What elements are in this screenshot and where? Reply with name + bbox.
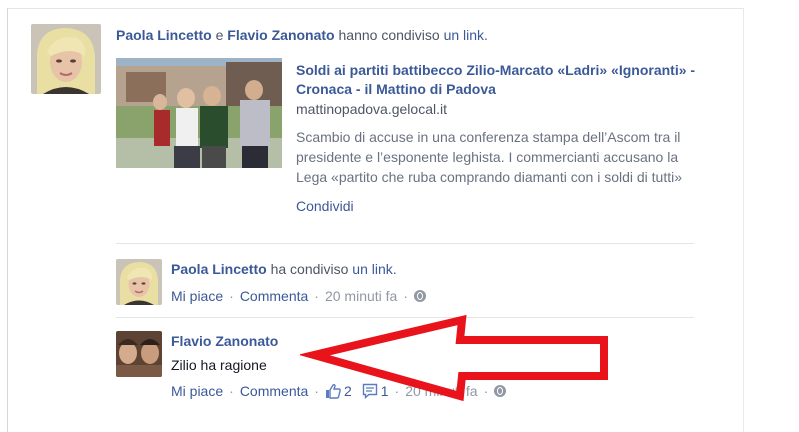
globe-icon[interactable] [414,290,426,302]
comments-count[interactable]: 1 [381,383,389,399]
feed-right-border [743,8,744,432]
feed-top-border [7,8,744,9]
conjunction-text: e [215,27,224,43]
globe-icon[interactable] [494,385,507,397]
link-title[interactable]: Soldi ai partiti battibecco Zilio-Marcat… [296,61,716,99]
separator-dot: · [314,288,319,304]
story-header: Paola Lincetto e Flavio Zanonato hanno c… [116,27,488,43]
separator-dot: · [403,288,408,304]
feed-left-border [7,8,8,432]
separator-dot: · [229,288,234,304]
timestamp[interactable]: 20 minuti fa [405,383,477,399]
author-link-flavio[interactable]: Flavio Zanonato [227,27,334,43]
story-action-text: hanno condiviso [338,27,440,43]
divider [116,243,694,244]
share-entry-header: Paola Lincetto ha condiviso un link. [171,261,397,277]
separator-dot: · [314,383,319,399]
author-link-paola[interactable]: Paola Lincetto [116,27,212,43]
thumbs-up-icon[interactable] [325,383,341,399]
separator-dot: · [394,383,400,399]
comment-actions: Mi piace · Commenta · 2 1 · 20 minuti fa… [171,383,507,399]
comment-text: Zilio ha ragione [171,357,267,373]
likes-count[interactable]: 2 [344,383,352,399]
comment-button[interactable]: Commenta [240,288,308,304]
share-link-button[interactable]: Condividi [296,198,716,214]
link-thumbnail[interactable] [116,58,282,168]
comment-author-link[interactable]: Flavio Zanonato [171,333,278,349]
story-object-link[interactable]: un link. [444,27,488,43]
share-action-text: ha condiviso [270,261,349,277]
avatar-paola-lincetto[interactable] [31,24,101,94]
timestamp[interactable]: 20 minuti fa [325,288,397,304]
comment-header: Flavio Zanonato [171,333,278,349]
separator-dot: · [229,383,234,399]
share-author-link[interactable]: Paola Lincetto [171,261,267,277]
share-entry-actions: Mi piace · Commenta · 20 minuti fa · [171,288,426,304]
link-description: Scambio di accuse in una conferenza stam… [296,129,683,185]
divider [116,317,694,318]
comment-bubble-icon[interactable] [362,383,378,399]
link-domain: mattinopadova.gelocal.it [296,101,447,117]
comment-button[interactable]: Commenta [240,383,308,399]
share-object-link[interactable]: un link. [352,261,396,277]
separator-dot: · [483,383,489,399]
avatar-paola-lincetto-small[interactable] [116,259,162,305]
like-button[interactable]: Mi piace [171,383,223,399]
avatar-flavio-zanonato[interactable] [116,331,162,377]
link-preview: Soldi ai partiti battibecco Zilio-Marcat… [296,61,716,214]
like-button[interactable]: Mi piace [171,288,223,304]
